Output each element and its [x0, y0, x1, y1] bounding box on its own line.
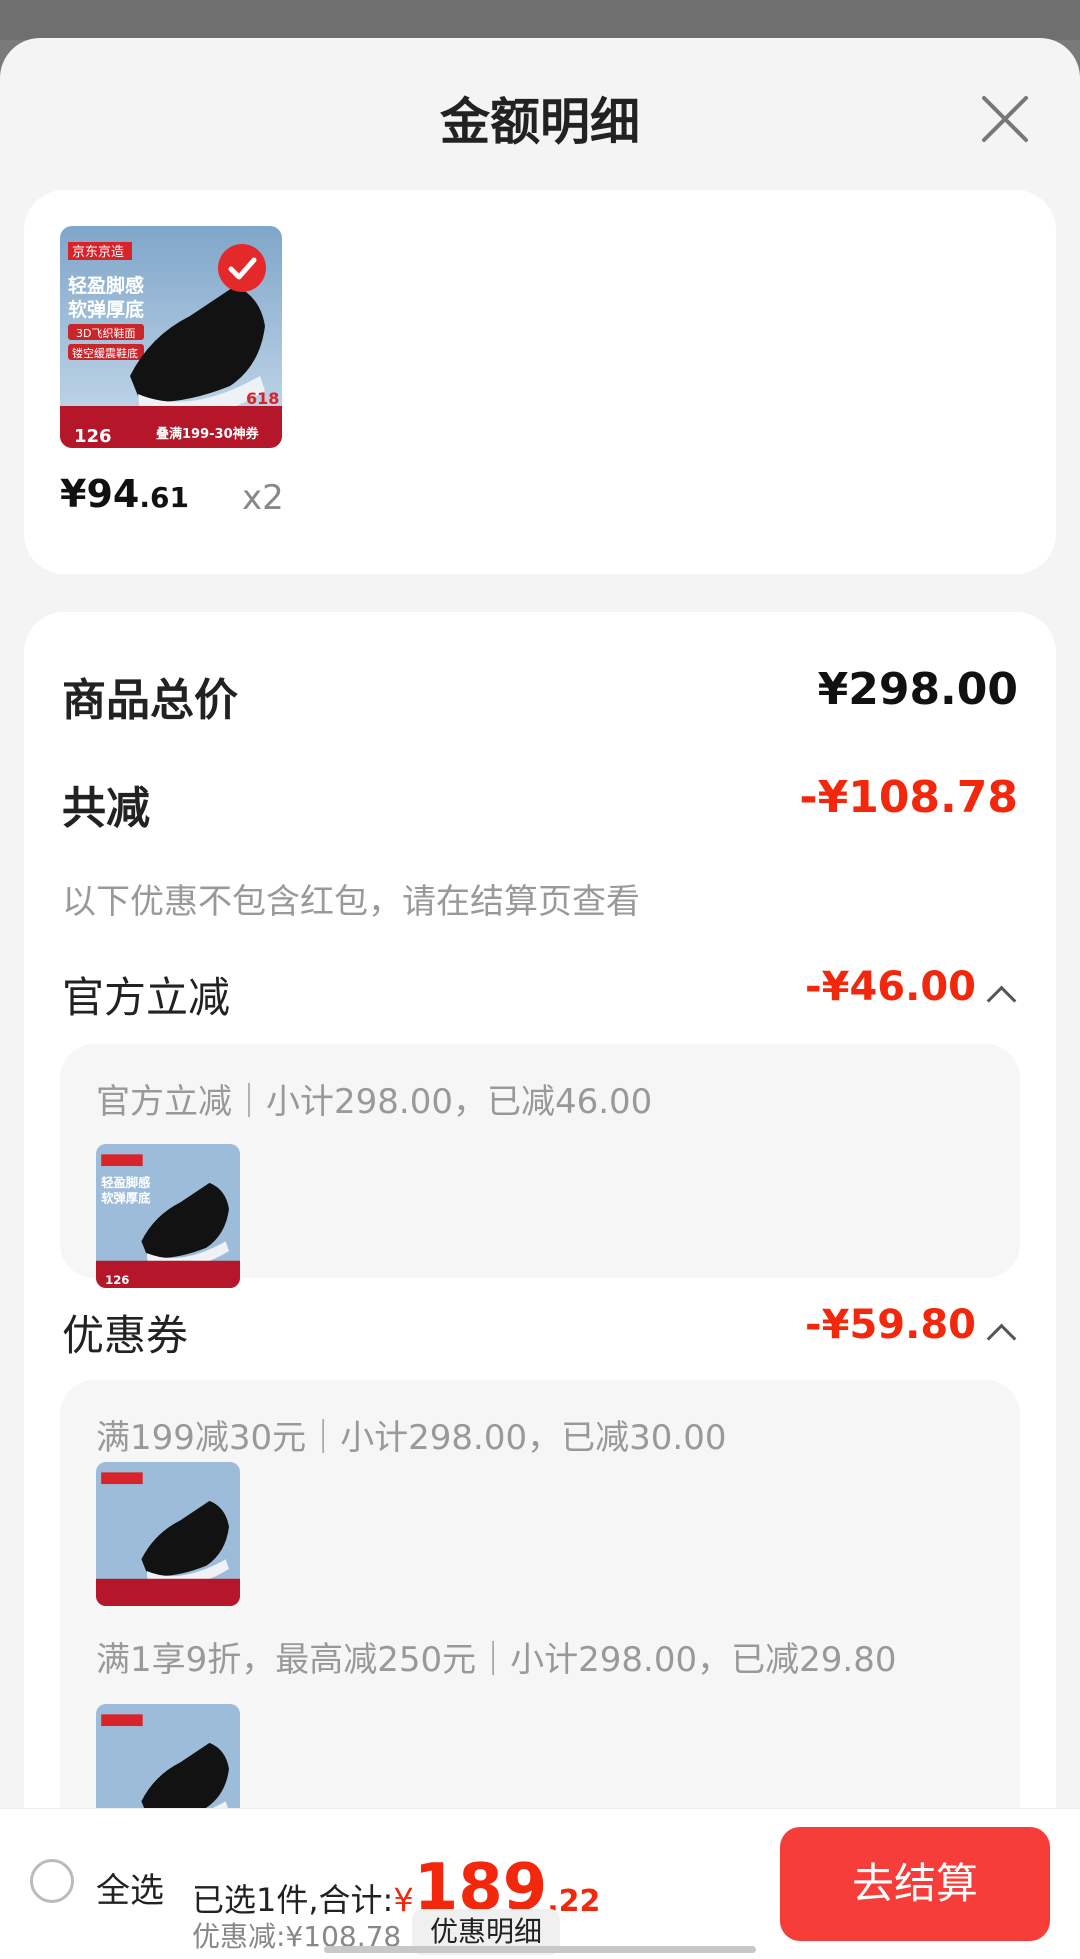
total-price-label: 商品总价 — [62, 675, 238, 726]
home-indicator — [324, 1946, 756, 1953]
total-reduce-label: 共减 — [62, 783, 150, 834]
product-price: ¥94.61 — [60, 472, 189, 516]
selected-check-icon — [218, 244, 266, 292]
coupon-detail-text-2: 满1享9折，最高减250元｜小计298.00，已减29.80 — [96, 1640, 897, 1680]
overlay-backdrop — [0, 0, 1080, 40]
svg-text:叠满199-30神券: 叠满199-30神券 — [156, 426, 260, 442]
coupon-label: 优惠券 — [62, 1311, 189, 1360]
product-quantity: x2 — [242, 478, 284, 518]
price-breakdown-card: 商品总价 ¥298.00 共减 -¥108.78 以下优惠不包含红包，请在结算页… — [24, 612, 1056, 1958]
official-discount-value[interactable]: -¥46.00 — [805, 964, 976, 1010]
svg-text:126: 126 — [105, 1273, 129, 1287]
svg-text:镂空缓震鞋底: 镂空缓震鞋底 — [72, 346, 138, 360]
total-price-value: ¥298.00 — [817, 664, 1018, 715]
svg-text:轻盈脚感: 轻盈脚感 — [68, 274, 144, 297]
official-discount-label: 官方立减 — [62, 973, 231, 1022]
coupon-value[interactable]: -¥59.80 — [805, 1302, 976, 1348]
checkout-bar: 全选 已选1件,合计:¥189.22 优惠减:¥108.78 优惠明细 去结算 — [0, 1808, 1080, 1959]
official-detail-text: 官方立减｜小计298.00，已减46.00 — [96, 1082, 653, 1122]
svg-text:3D飞织鞋面: 3D飞织鞋面 — [76, 326, 135, 340]
svg-text:软弹厚底: 软弹厚底 — [101, 1190, 151, 1205]
product-thumbnail[interactable]: 京东京造 轻盈脚感 软弹厚底 3D飞织鞋面 镂空缓震鞋底 126 叠满199-3… — [60, 226, 282, 448]
svg-text:126: 126 — [74, 426, 112, 447]
svg-text:轻盈脚感: 轻盈脚感 — [101, 1175, 151, 1190]
amount-detail-sheet: 金额明细 京东京造 轻盈脚感 软弹厚底 3D飞织鞋面 镂空缓震鞋底 126 叠满… — [0, 38, 1080, 1958]
product-card: 京东京造 轻盈脚感 软弹厚底 3D飞织鞋面 镂空缓震鞋底 126 叠满199-3… — [24, 190, 1056, 574]
svg-text:软弹厚底: 软弹厚底 — [68, 298, 144, 321]
select-all-label[interactable]: 全选 — [96, 1863, 164, 1912]
checkout-button[interactable]: 去结算 — [780, 1827, 1050, 1941]
total-reduce-value: -¥108.78 — [799, 772, 1018, 823]
brand-text: 京东京造 — [72, 245, 124, 260]
product-mini-thumbnail — [96, 1462, 240, 1606]
sheet-title: 金额明细 — [440, 93, 640, 151]
svg-text:618: 618 — [246, 389, 279, 408]
discount-note: 以下优惠不包含红包，请在结算页查看 — [62, 882, 640, 922]
close-icon[interactable] — [978, 92, 1032, 146]
select-all-radio[interactable] — [30, 1859, 74, 1903]
chevron-up-icon[interactable] — [986, 1323, 1017, 1354]
product-mini-thumbnail: 轻盈脚感 软弹厚底 126 — [96, 1144, 240, 1288]
coupon-detail-text-1: 满199减30元｜小计298.00，已减30.00 — [96, 1418, 727, 1458]
chevron-up-icon[interactable] — [986, 985, 1017, 1016]
official-discount-detail: 官方立减｜小计298.00，已减46.00 轻盈脚感 软弹厚底 126 — [60, 1044, 1020, 1288]
